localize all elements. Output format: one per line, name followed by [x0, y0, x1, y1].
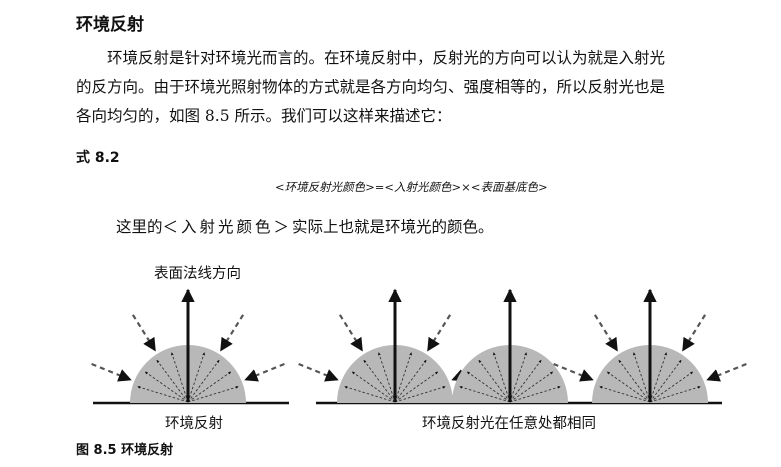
- left-figure-caption: 环境反射: [165, 416, 223, 432]
- incident-light-arrow: [298, 362, 339, 382]
- incident-light-arrow: [706, 362, 747, 382]
- incident-light-arrow: [426, 314, 452, 352]
- right-figure-caption: 环境反射光在任意处都相同: [422, 416, 596, 432]
- incident-light-arrow: [91, 362, 132, 382]
- incident-light-arrow: [219, 314, 245, 352]
- incident-light-arrow: [681, 314, 707, 352]
- figure-caption: 图 8.5 环境反射: [76, 443, 174, 458]
- incident-light-arrow: [593, 314, 619, 352]
- incident-light-arrow: [131, 314, 157, 352]
- ambient-reflection-figure: [91, 288, 747, 405]
- incident-light-arrow: [244, 362, 285, 382]
- incident-light-arrow: [338, 314, 364, 352]
